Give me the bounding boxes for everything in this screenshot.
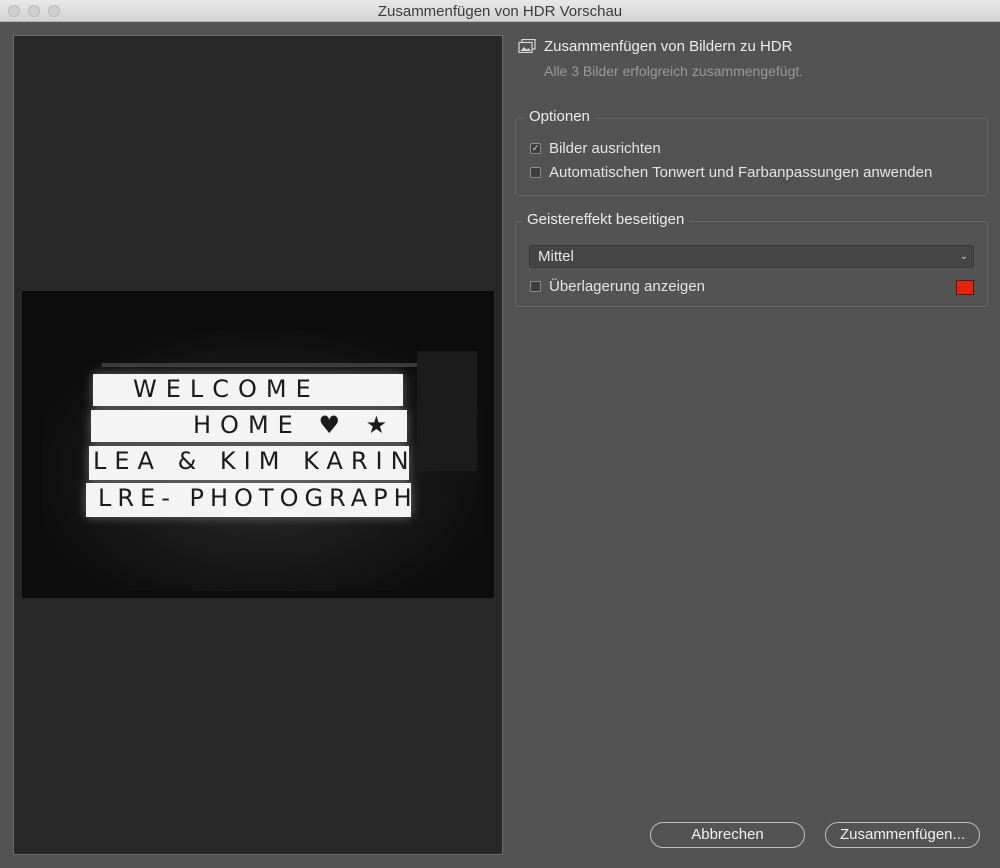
sign-line-2: HOME ♥ ★ bbox=[91, 410, 407, 442]
show-overlay-label: Überlagerung anzeigen bbox=[549, 278, 705, 295]
hdr-images-icon bbox=[518, 39, 536, 53]
show-overlay-option[interactable]: Überlagerung anzeigen bbox=[530, 278, 705, 295]
auto-tone-option[interactable]: Automatischen Tonwert und Farbanpassunge… bbox=[530, 164, 932, 181]
show-overlay-checkbox[interactable] bbox=[530, 281, 541, 292]
merge-button[interactable]: Zusammenfügen... bbox=[825, 822, 980, 848]
chevron-down-icon: ⌄ bbox=[959, 251, 968, 262]
align-images-option[interactable]: ✓ Bilder ausrichten bbox=[530, 140, 661, 157]
title-bar: Zusammenfügen von HDR Vorschau bbox=[0, 0, 1000, 22]
align-images-label: Bilder ausrichten bbox=[549, 140, 661, 157]
window-title: Zusammenfügen von HDR Vorschau bbox=[377, 3, 623, 20]
cancel-button[interactable]: Abbrechen bbox=[650, 822, 805, 848]
deghost-group-label: Geistereffekt beseitigen bbox=[522, 211, 690, 228]
overlay-color-swatch[interactable] bbox=[956, 280, 974, 295]
sign-line-1: WELCOME bbox=[93, 374, 403, 406]
merge-heading: Zusammenfügen von Bildern zu HDR bbox=[544, 38, 793, 55]
sign-line-4: LRE- PHOTOGRAPHY bbox=[86, 483, 411, 517]
deghost-amount-select[interactable]: Mittel ⌄ bbox=[529, 245, 974, 268]
auto-tone-checkbox[interactable] bbox=[530, 167, 541, 178]
preview-image: WELCOME HOME ♥ ★ LEA & KIM KARIN LRE- PH… bbox=[22, 291, 494, 598]
hdr-preview-panel: WELCOME HOME ♥ ★ LEA & KIM KARIN LRE- PH… bbox=[13, 35, 503, 855]
deghost-amount-value: Mittel bbox=[538, 248, 574, 265]
auto-tone-label: Automatischen Tonwert und Farbanpassunge… bbox=[549, 164, 933, 181]
merge-status-text: Alle 3 Bilder erfolgreich zusammengefügt… bbox=[544, 63, 804, 79]
options-group bbox=[515, 118, 988, 196]
sign-line-3: LEA & KIM KARIN bbox=[89, 446, 409, 480]
align-images-checkbox[interactable]: ✓ bbox=[530, 143, 541, 154]
options-group-label: Optionen bbox=[524, 108, 595, 125]
